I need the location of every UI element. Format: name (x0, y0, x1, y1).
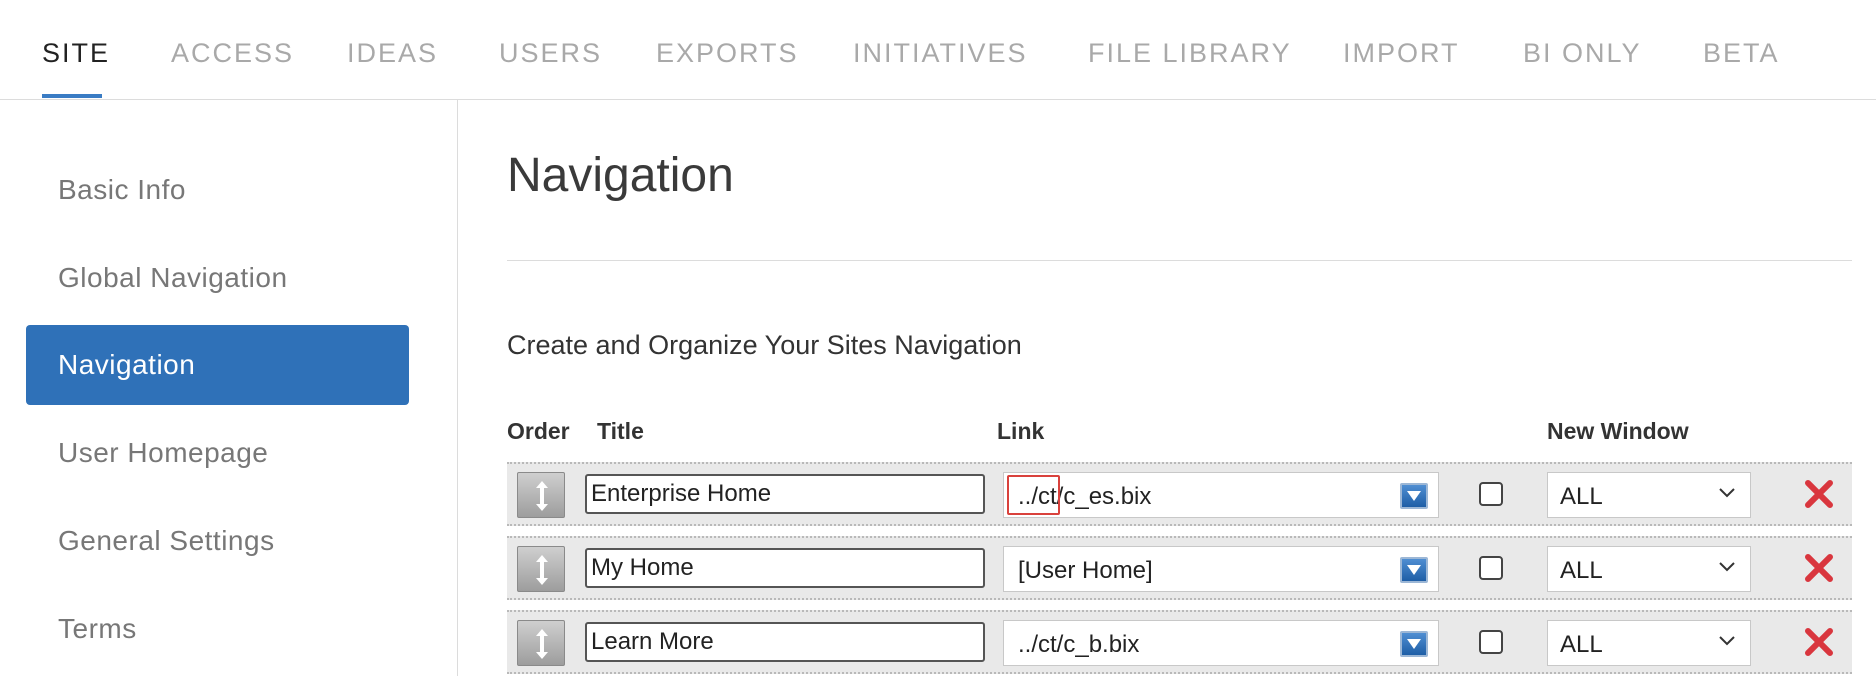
drag-handle-icon[interactable] (517, 472, 565, 518)
close-x-icon[interactable] (1803, 478, 1835, 510)
new-window-checkbox[interactable] (1479, 482, 1503, 506)
close-x-icon[interactable] (1803, 552, 1835, 584)
tab-users[interactable]: USERS (499, 38, 602, 69)
column-header-link: Link (997, 418, 1045, 444)
section-subtitle: Create and Organize Your Sites Navigatio… (507, 330, 1022, 360)
column-header-order: Order (507, 418, 570, 444)
new-window-checkbox[interactable] (1479, 630, 1503, 654)
nav-link-field[interactable]: ../ct/c_es.bix (1003, 472, 1439, 518)
tab-exports[interactable]: EXPORTS (656, 38, 799, 69)
table-row: ../ct/c_es.bix ALL (507, 462, 1852, 526)
sidebar-item-user-homepage[interactable]: User Homepage (26, 413, 409, 493)
audience-select-value: ALL (1560, 483, 1603, 510)
chevron-down-icon (1719, 488, 1735, 498)
column-header-title: Title (597, 418, 644, 444)
active-tab-indicator (42, 94, 102, 98)
nav-link-field[interactable]: ../ct/c_b.bix (1003, 620, 1439, 666)
dropdown-arrow-icon[interactable] (1400, 483, 1428, 509)
audience-select[interactable]: ALL (1547, 546, 1751, 592)
tab-site[interactable]: SITE (42, 38, 110, 69)
nav-link-field[interactable]: [User Home] (1003, 546, 1439, 592)
sidebar-item-basic-info[interactable]: Basic Info (26, 150, 409, 230)
audience-select-value: ALL (1560, 631, 1603, 658)
nav-link-value: ../ct/c_b.bix (1018, 631, 1140, 658)
tab-file-library[interactable]: FILE LIBRARY (1088, 38, 1292, 69)
tab-initiatives[interactable]: INITIATIVES (853, 38, 1028, 69)
table-row: [User Home] ALL (507, 536, 1852, 600)
top-tab-bar: SITE ACCESS IDEAS USERS EXPORTS INITIATI… (0, 0, 1876, 100)
table-row: ../ct/c_b.bix ALL (507, 610, 1852, 674)
tab-beta[interactable]: BETA (1703, 38, 1780, 69)
dropdown-arrow-icon[interactable] (1400, 557, 1428, 583)
audience-select-value: ALL (1560, 557, 1603, 584)
drag-handle-icon[interactable] (517, 546, 565, 592)
sidebar-item-global-navigation[interactable]: Global Navigation (26, 238, 409, 318)
column-header-new-window: New Window (1547, 418, 1689, 444)
drag-handle-icon[interactable] (517, 620, 565, 666)
nav-link-value: [User Home] (1018, 557, 1153, 584)
audience-select[interactable]: ALL (1547, 620, 1751, 666)
text-cursor-highlight (1007, 475, 1060, 515)
tab-import[interactable]: IMPORT (1343, 38, 1460, 69)
page-title: Navigation (507, 149, 734, 202)
new-window-checkbox[interactable] (1479, 556, 1503, 580)
dropdown-arrow-icon[interactable] (1400, 631, 1428, 657)
tab-ideas[interactable]: IDEAS (347, 38, 438, 69)
nav-title-input[interactable] (585, 548, 985, 588)
sidebar-item-terms[interactable]: Terms (26, 589, 409, 669)
nav-title-input[interactable] (585, 474, 985, 514)
audience-select[interactable]: ALL (1547, 472, 1751, 518)
close-x-icon[interactable] (1803, 626, 1835, 658)
settings-sidebar: Basic Info Global Navigation Navigation … (0, 100, 458, 676)
chevron-down-icon (1719, 562, 1735, 572)
nav-title-input[interactable] (585, 622, 985, 662)
title-divider (507, 260, 1852, 261)
sidebar-item-general-settings[interactable]: General Settings (26, 501, 409, 581)
sidebar-item-navigation[interactable]: Navigation (26, 325, 409, 405)
tab-bi-only[interactable]: BI ONLY (1523, 38, 1642, 69)
chevron-down-icon (1719, 636, 1735, 646)
tab-access[interactable]: ACCESS (171, 38, 294, 69)
